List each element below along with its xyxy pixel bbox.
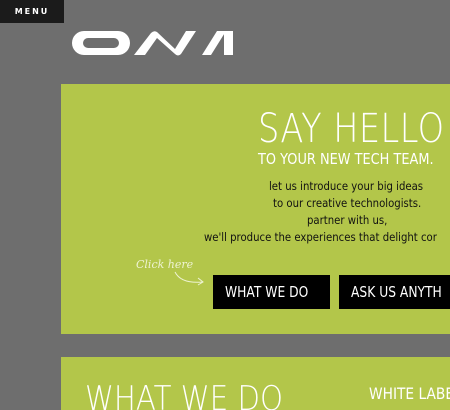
- hero-section: SAY HELLO TO YOUR NEW TECH TEAM. let us …: [61, 84, 450, 334]
- ask-us-button[interactable]: ASK US ANYTH: [339, 275, 450, 309]
- hero-subtitle: TO YOUR NEW TECH TEAM.: [258, 150, 434, 168]
- logo-mark: [72, 31, 233, 56]
- menu-button[interactable]: MENU: [0, 0, 64, 23]
- what-we-do-section: WHAT WE DO WHITE LABE: [61, 357, 450, 410]
- intro-line: to our creative technologists.: [273, 196, 422, 210]
- what-we-do-label: WHAT WE DO: [225, 283, 309, 301]
- intro-line: partner with us,: [307, 213, 388, 227]
- intro-line: we'll produce the experiences that delig…: [204, 230, 437, 244]
- section-title: WHAT WE DO: [85, 379, 284, 410]
- intro-line: let us introduce your big ideas: [269, 179, 424, 193]
- curved-arrow-icon: [174, 271, 204, 286]
- ask-us-label: ASK US ANYTH: [351, 283, 442, 301]
- logo[interactable]: [71, 30, 237, 56]
- white-label-heading: WHITE LABE: [369, 384, 450, 403]
- what-we-do-button[interactable]: WHAT WE DO: [213, 275, 330, 309]
- hero-title: SAY HELLO: [258, 106, 445, 152]
